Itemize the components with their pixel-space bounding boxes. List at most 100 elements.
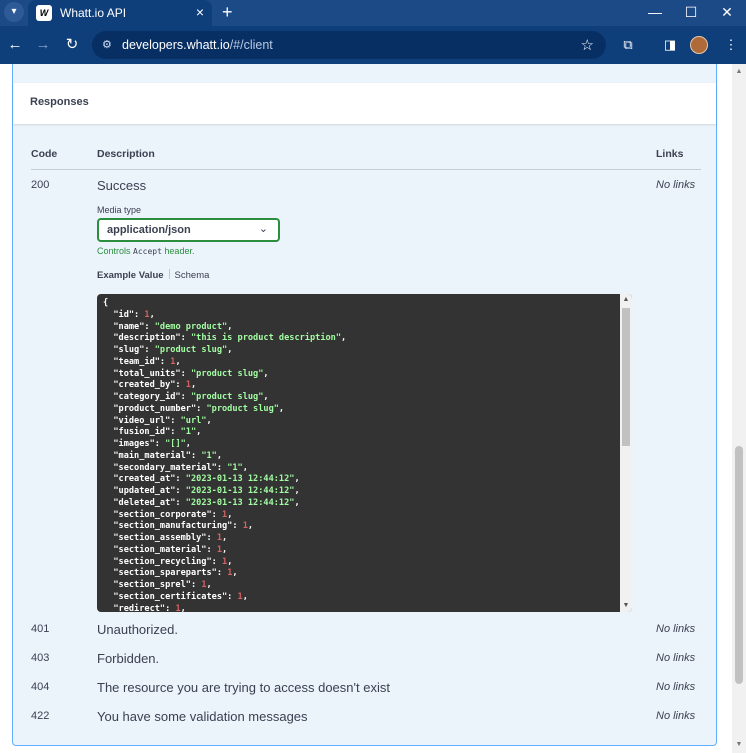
tab-example-value[interactable]: Example Value [97, 270, 164, 281]
json-line: "redirect": 1, [103, 603, 186, 613]
browser-toolbar: ← → ↻ ⚙ developers.whatt.io/#/client ☆ ⧉… [0, 26, 746, 64]
response-code: 401 [31, 623, 50, 635]
page-scrollbar[interactable]: ▲ ▼ [732, 64, 746, 753]
json-line: "slug": "product slug", [103, 345, 233, 355]
profile-avatar[interactable] [690, 36, 708, 54]
json-key: "section_recycling": [103, 556, 222, 567]
json-line: "id": 1, [103, 309, 155, 320]
json-key: "deleted_at": [103, 497, 186, 508]
responses-title: Responses [30, 96, 89, 108]
forward-icon[interactable]: → [33, 35, 53, 55]
json-key: "section_material": [103, 544, 217, 555]
json-value: "product slug" [190, 368, 264, 379]
json-line: "section_material": 1, [103, 544, 228, 555]
json-value: "2023-01-13 12:44:12" [185, 486, 295, 496]
tab-search-icon[interactable]: ▾ [4, 2, 24, 22]
code-scroll-thumb[interactable] [622, 308, 630, 446]
tab-separator [168, 269, 170, 279]
json-value: "product slug" [206, 403, 279, 414]
json-value: "2023-01-13 12:44:12" [185, 497, 295, 508]
json-key: "fusion_id": [103, 427, 181, 438]
response-description: Unauthorized. [97, 622, 178, 637]
json-value: "1" [201, 450, 217, 461]
json-line: "section_sprel": 1, [103, 580, 212, 590]
extensions-icon[interactable]: ⧉ [619, 36, 637, 54]
json-key: "section_manufacturing": [103, 521, 243, 532]
side-panel-icon[interactable]: ◨ [661, 36, 679, 54]
json-line: "deleted_at": "2023-01-13 12:44:12", [103, 497, 300, 508]
json-line: "product_number": "product slug", [103, 403, 285, 414]
response-description: The resource you are trying to access do… [97, 680, 390, 695]
back-icon[interactable]: ← [5, 35, 25, 55]
new-tab-button[interactable]: + [222, 2, 233, 22]
minimize-icon[interactable]: — [637, 0, 673, 26]
tab-strip: ▾ W Whatt.io API × + — ☐ ✕ [0, 0, 746, 26]
json-key: "id": [103, 309, 145, 320]
json-key: "team_id": [103, 356, 171, 367]
json-line: "main_material": "1", [103, 450, 223, 461]
json-key: "section_corporate": [103, 509, 222, 520]
response-description: Forbidden. [97, 651, 160, 666]
json-value: "demo product" [154, 321, 228, 332]
media-type-label: Media type [97, 205, 142, 215]
links-column-header: Links [656, 148, 684, 160]
close-window-icon[interactable]: ✕ [709, 0, 745, 26]
json-line: "fusion_id": "1", [103, 427, 202, 438]
browser-tab[interactable]: W Whatt.io API × [28, 0, 212, 26]
bookmark-star-icon[interactable]: ☆ [581, 36, 594, 54]
json-line: "total_units": "product slug", [103, 368, 269, 379]
tab-close-icon[interactable]: × [196, 4, 204, 20]
response-links: No links [656, 652, 696, 664]
media-type-value: application/json [107, 224, 191, 236]
responses-header: Responses [13, 83, 716, 124]
response-description: You have some validation messages [97, 709, 308, 724]
response-description: Success [97, 178, 147, 193]
json-line: "section_recycling": 1, [103, 556, 233, 567]
maximize-icon[interactable]: ☐ [673, 0, 709, 26]
json-key: "redirect": [103, 603, 176, 613]
json-value: "product slug" [190, 392, 264, 402]
page-viewport: Responses Code Description Links 200 Suc… [0, 64, 746, 753]
json-line: "video_url": "url", [103, 415, 212, 426]
scroll-up-icon[interactable]: ▲ [735, 68, 743, 76]
example-tabs: Example Value Schema [97, 269, 209, 281]
json-key: "section_sprel": [103, 580, 202, 590]
page-scroll-thumb[interactable] [735, 446, 743, 684]
response-code: 422 [31, 710, 50, 722]
json-value: "product slug" [154, 345, 228, 355]
code-scrollbar[interactable]: ▲ ▼ [620, 294, 632, 612]
description-column-header: Description [97, 148, 155, 160]
tab-schema[interactable]: Schema [175, 270, 210, 281]
json-line: "section_certificates": 1, [103, 591, 248, 602]
response-links: No links [656, 179, 696, 191]
json-key: "category_id": [103, 392, 191, 402]
code-column-header: Code [31, 148, 58, 160]
site-info-icon[interactable]: ⚙ [102, 38, 116, 52]
example-code-block[interactable]: { "id": 1, "name": "demo product", "desc… [97, 294, 632, 612]
header-divider [31, 169, 701, 170]
json-value: "this is product description" [190, 333, 342, 344]
response-code: 404 [31, 681, 50, 693]
response-code: 200 [31, 179, 50, 191]
media-type-select[interactable]: application/json ⌄ [97, 218, 280, 242]
json-key: "name": [103, 321, 155, 332]
reload-icon[interactable]: ↻ [62, 35, 82, 55]
json-key: "main_material": [103, 450, 202, 461]
json-key: "slug": [103, 345, 155, 355]
json-key: "section_certificates": [103, 591, 238, 602]
json-value: "[]" [165, 439, 186, 449]
menu-icon[interactable]: ⋮ [722, 36, 740, 54]
address-bar[interactable]: ⚙ developers.whatt.io/#/client ☆ [92, 31, 606, 59]
json-line: "description": "this is product descript… [103, 333, 347, 344]
json-line: "created_by": 1, [103, 380, 197, 391]
scroll-up-icon[interactable]: ▲ [622, 296, 630, 304]
json-line: "section_corporate": 1, [103, 509, 233, 520]
json-value: "1" [227, 462, 243, 473]
json-line: "section_manufacturing": 1, [103, 521, 254, 532]
json-key: "created_by": [103, 380, 186, 391]
json-value: "2023-01-13 12:44:12" [185, 474, 295, 485]
scroll-down-icon[interactable]: ▼ [622, 602, 630, 610]
scroll-down-icon[interactable]: ▼ [735, 741, 743, 749]
response-code: 403 [31, 652, 50, 664]
url-text[interactable]: developers.whatt.io/#/client [122, 38, 273, 52]
